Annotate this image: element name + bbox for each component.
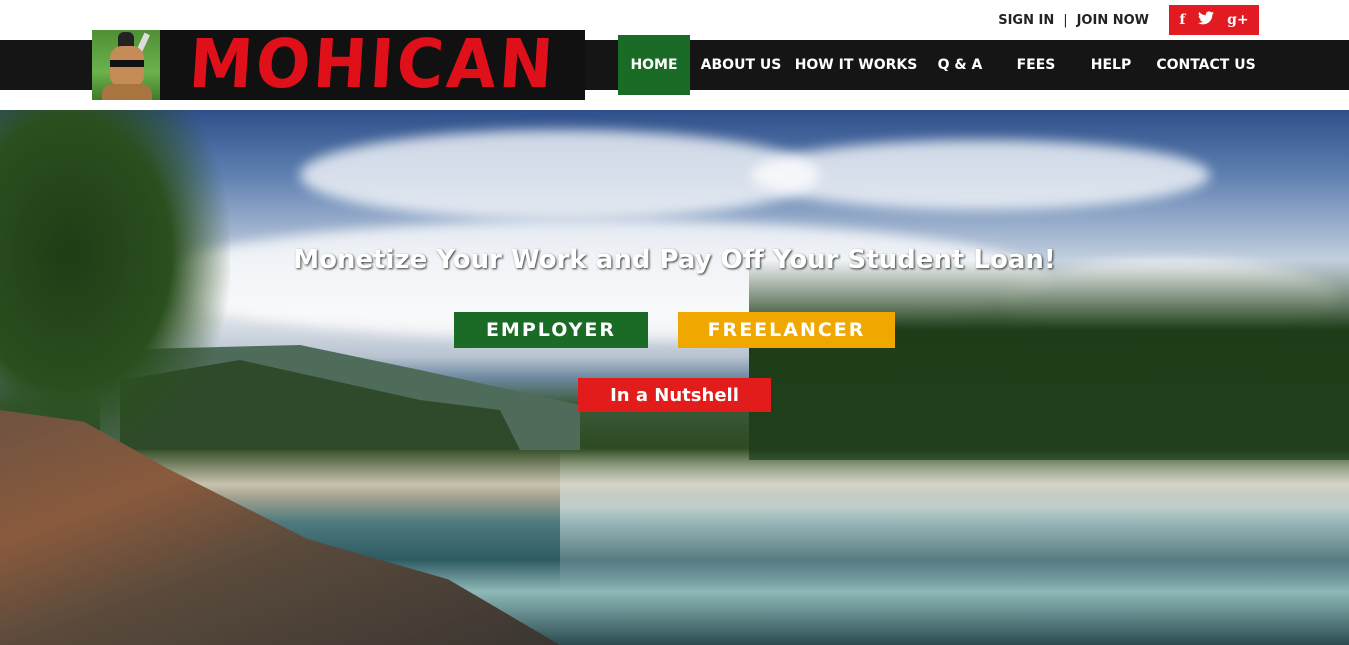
social-links: f g+ <box>1169 5 1259 35</box>
hero-banner: Monetize Your Work and Pay Off Your Stud… <box>0 110 1349 645</box>
facebook-icon[interactable]: f <box>1179 12 1185 28</box>
nav-item-how-it-works[interactable]: HOW IT WORKS <box>792 35 920 95</box>
google-plus-icon[interactable]: g+ <box>1227 12 1249 28</box>
nav-item-help[interactable]: HELP <box>1072 35 1150 95</box>
site-logo[interactable]: MOHICAN <box>92 26 585 104</box>
hero-headline: Monetize Your Work and Pay Off Your Stud… <box>293 245 1056 275</box>
join-now-link[interactable]: JOIN NOW <box>1077 13 1149 28</box>
hero-cloud <box>300 130 820 220</box>
hero-rapids <box>560 450 1349 590</box>
nav-item-q-and-a[interactable]: Q & A <box>920 35 1000 95</box>
link-separator: | <box>1063 13 1068 28</box>
logo-text: MOHICAN <box>186 26 559 104</box>
hero-forest <box>749 260 1349 460</box>
hero-cloud <box>750 140 1210 210</box>
employer-button[interactable]: EMPLOYER <box>454 312 648 348</box>
nav-item-about-us[interactable]: ABOUT US <box>690 35 792 95</box>
nav-item-contact-us[interactable]: CONTACT US <box>1150 35 1262 95</box>
mohican-mascot-icon <box>92 30 160 100</box>
main-nav: HOME ABOUT US HOW IT WORKS Q & A FEES HE… <box>618 35 1262 95</box>
twitter-icon[interactable] <box>1198 11 1215 29</box>
in-a-nutshell-button[interactable]: In a Nutshell <box>578 378 771 412</box>
account-links: SIGN IN | JOIN NOW <box>998 13 1149 28</box>
sign-in-link[interactable]: SIGN IN <box>998 13 1054 28</box>
nav-item-fees[interactable]: FEES <box>1000 35 1072 95</box>
nav-item-home[interactable]: HOME <box>618 35 690 95</box>
freelancer-button[interactable]: FREELANCER <box>678 312 895 348</box>
